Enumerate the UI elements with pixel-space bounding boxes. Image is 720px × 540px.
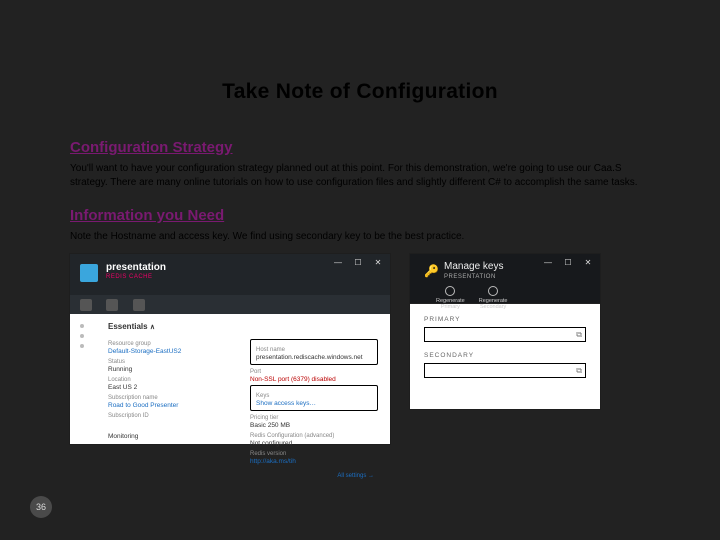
tab-label: Regenerate bbox=[436, 298, 465, 304]
field-label: Keys bbox=[256, 393, 372, 399]
tab-label: Secondary bbox=[479, 304, 508, 310]
all-settings-link[interactable]: All settings → bbox=[108, 473, 374, 479]
field-label: Redis version bbox=[250, 451, 378, 457]
maximize-icon[interactable]: ☐ bbox=[562, 258, 574, 268]
page-number-badge: 36 bbox=[30, 496, 52, 518]
regenerate-icon bbox=[445, 286, 455, 296]
secondary-key-field[interactable]: ⧉ bbox=[424, 363, 586, 378]
panel-title: presentation bbox=[106, 262, 166, 273]
primary-label: PRIMARY bbox=[424, 316, 586, 323]
field-label: Redis Configuration (advanced) bbox=[250, 433, 378, 439]
field-value: presentation.rediscache.windows.net bbox=[256, 354, 372, 361]
essentials-header[interactable]: Essentials ∧ bbox=[108, 322, 378, 331]
redis-logo-icon bbox=[80, 264, 98, 282]
section-body-strategy: You'll want to have your configuration s… bbox=[70, 162, 650, 189]
field-value[interactable]: http://aka.ms/tih bbox=[250, 458, 378, 465]
panel-subtitle: PRESENTATION bbox=[444, 274, 496, 280]
panel-subtitle: REDIS CACHE bbox=[106, 274, 153, 280]
field-value: Non-SSL port (6379) disabled bbox=[250, 376, 378, 383]
key-icon: 🔑 bbox=[424, 264, 438, 278]
maximize-icon[interactable]: ☐ bbox=[352, 258, 364, 268]
close-icon[interactable]: ✕ bbox=[372, 258, 384, 268]
regenerate-icon bbox=[488, 286, 498, 296]
field-label: Status bbox=[108, 359, 236, 365]
minimize-icon[interactable]: — bbox=[542, 258, 554, 268]
keys-box: Keys Show access keys… bbox=[250, 385, 378, 411]
chevron-up-icon: ∧ bbox=[150, 324, 155, 331]
hostname-box: Host name presentation.rediscache.window… bbox=[250, 339, 378, 365]
tab-label: Primary bbox=[436, 304, 465, 310]
section-heading-strategy: Configuration Strategy bbox=[70, 139, 650, 156]
screenshot-essentials: presentation REDIS CACHE — ☐ ✕ Essential… bbox=[70, 254, 390, 444]
panel-title: Manage keys bbox=[444, 261, 503, 272]
screenshots-row: presentation REDIS CACHE — ☐ ✕ Essential… bbox=[70, 254, 650, 444]
essentials-label: Essentials bbox=[108, 322, 148, 331]
tab-label: Regenerate bbox=[479, 298, 508, 304]
field-value[interactable]: Road to Good Presenter bbox=[108, 402, 236, 409]
field-value: Not configured bbox=[250, 440, 378, 447]
field-value: Running bbox=[108, 366, 236, 373]
secondary-label: SECONDARY bbox=[424, 352, 586, 359]
primary-key-field[interactable]: ⧉ bbox=[424, 327, 586, 342]
close-icon[interactable]: ✕ bbox=[582, 258, 594, 268]
field-value[interactable]: Default-Storage-EastUS2 bbox=[108, 348, 236, 355]
toolbar-icon[interactable] bbox=[133, 299, 145, 311]
toolbar-icon[interactable] bbox=[80, 299, 92, 311]
field-label: Subscription name bbox=[108, 395, 236, 401]
field-label: Resource group bbox=[108, 341, 236, 347]
field-label: Location bbox=[108, 377, 236, 383]
monitoring-label: Monitoring bbox=[108, 433, 138, 440]
section-body-info: Note the Hostname and access key. We fin… bbox=[70, 230, 650, 244]
copy-icon[interactable]: ⧉ bbox=[576, 366, 582, 376]
minimize-icon[interactable]: — bbox=[332, 258, 344, 268]
field-value: Basic 250 MB bbox=[250, 422, 378, 429]
field-value[interactable]: Show access keys… bbox=[256, 400, 372, 407]
toolbar-icon[interactable] bbox=[106, 299, 118, 311]
slide-title: Take Note of Configuration bbox=[70, 80, 650, 104]
field-value: East US 2 bbox=[108, 384, 236, 391]
field-label: Port bbox=[250, 369, 378, 375]
screenshot-manage-keys: 🔑 Manage keys PRESENTATION — ☐ ✕ Regener… bbox=[410, 254, 600, 409]
field-label: Pricing tier bbox=[250, 415, 378, 421]
copy-icon[interactable]: ⧉ bbox=[576, 330, 582, 340]
regenerate-secondary-button[interactable]: Regenerate Secondary bbox=[479, 286, 508, 310]
slide: Take Note of Configuration Configuration… bbox=[0, 0, 720, 540]
section-heading-info: Information you Need bbox=[70, 207, 650, 224]
regenerate-primary-button[interactable]: Regenerate Primary bbox=[436, 286, 465, 310]
field-label: Host name bbox=[256, 347, 372, 353]
field-label: Subscription ID bbox=[108, 413, 236, 419]
